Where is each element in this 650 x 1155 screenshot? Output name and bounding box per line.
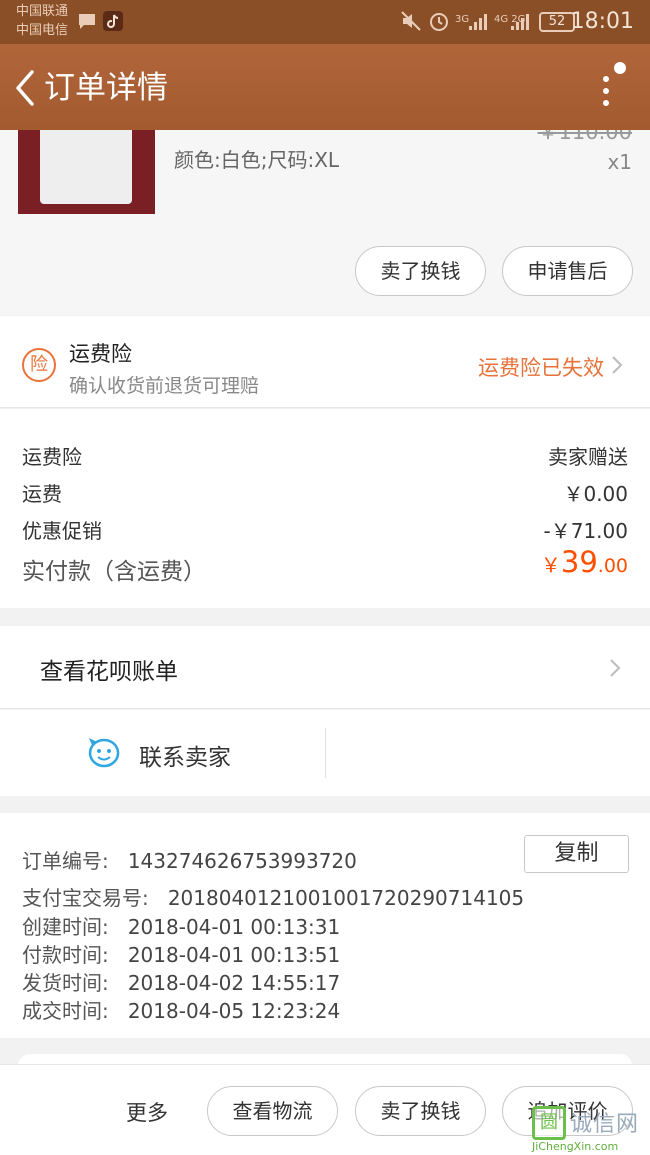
sell-button[interactable]: 卖了换钱 xyxy=(355,246,486,296)
chevron-right-icon xyxy=(610,659,621,677)
currency-symbol: ￥ xyxy=(540,553,561,577)
created-time-row: 创建时间: 2018-04-01 00:13:31 xyxy=(22,911,340,940)
alipay-number-row: 支付宝交易号: 2018040121001001720290714105 xyxy=(22,882,524,911)
chat-bubble-icon[interactable] xyxy=(86,736,122,770)
copy-button[interactable]: 复制 xyxy=(524,835,629,873)
insurance-subtitle: 确认收货前退货可理赔 xyxy=(69,375,260,397)
alipay-number: 2018040121001001720290714105 xyxy=(167,886,525,910)
clock: 18:01 xyxy=(570,9,634,34)
order-number-label: 订单编号: xyxy=(22,849,109,873)
order-number-row: 订单编号: 143274626753993720 xyxy=(22,845,357,874)
closed-time: 2018-04-05 12:23:24 xyxy=(127,999,341,1023)
page-title: 订单详情 xyxy=(44,70,168,106)
paid-time: 2018-04-01 00:13:51 xyxy=(127,943,341,967)
more-menu-button[interactable] xyxy=(594,62,634,112)
paid-decimal: .00 xyxy=(597,555,628,577)
divider xyxy=(325,728,326,778)
view-logistics-button[interactable]: 查看物流 xyxy=(207,1086,338,1136)
alarm-icon xyxy=(430,13,448,31)
carrier-2: 中国电信 xyxy=(16,23,69,38)
cost-label: 优惠促销 xyxy=(22,519,102,543)
product-price: ￥110.00 xyxy=(537,130,632,144)
cost-row-insurance: 运费险 卖家赠送 xyxy=(22,441,628,470)
app-header: 订单详情 xyxy=(0,44,650,130)
cost-label: 运费险 xyxy=(22,445,82,469)
paid-amount: ￥39.00 xyxy=(541,545,628,579)
cost-summary: 运费险 卖家赠送 运费 ￥0.00 优惠促销 -￥71.00 实付款（含运费） … xyxy=(0,409,650,608)
chevron-right-icon xyxy=(612,356,623,374)
mute-icon xyxy=(401,11,421,31)
shipped-label: 发货时间: xyxy=(22,971,109,995)
closed-time-row: 成交时间: 2018-04-05 12:23:24 xyxy=(22,995,340,1024)
cost-value: 卖家赠送 xyxy=(548,445,628,469)
cost-row-shipping: 运费 ￥0.00 xyxy=(22,478,628,507)
product-quantity: x1 xyxy=(607,150,632,174)
more-dot-icon xyxy=(603,88,609,94)
cost-row-discount: 优惠促销 -￥71.00 xyxy=(22,515,628,544)
battery-indicator: 52 xyxy=(539,12,575,32)
created-label: 创建时间: xyxy=(22,915,109,939)
watermark-box: 圆 xyxy=(532,1106,566,1140)
tiktok-icon xyxy=(103,11,123,31)
cost-label: 运费 xyxy=(22,482,62,506)
contact-bar: 联系卖家 xyxy=(0,710,650,796)
signal-icon xyxy=(469,14,487,30)
cost-value: -￥71.00 xyxy=(543,519,628,543)
order-info: 订单编号: 143274626753993720 复制 支付宝交易号: 2018… xyxy=(0,813,650,1038)
product-card: 颜色:白色;尺码:XL ￥110.00 x1 卖了换钱 申请售后 xyxy=(0,130,650,315)
back-icon[interactable] xyxy=(12,68,42,108)
insurance-icon: 险 xyxy=(22,348,56,382)
paid-time-label: 付款时间: xyxy=(22,943,109,967)
insurance-status: 运费险已失效 xyxy=(478,356,604,380)
alipay-label: 支付宝交易号: xyxy=(22,886,149,910)
shipping-insurance-row[interactable]: 险 运费险 确认收货前退货可理赔 运费险已失效 xyxy=(0,316,650,408)
message-icon xyxy=(79,14,95,29)
carrier-1: 中国联通 xyxy=(16,4,69,19)
watermark-text: 诚信网 xyxy=(570,1112,640,1137)
sell-button-bottom[interactable]: 卖了换钱 xyxy=(355,1086,486,1136)
watermark-logo: 圆 诚信网 JiChengXin.com xyxy=(532,1106,648,1153)
paid-label: 实付款（含运费） xyxy=(22,559,206,585)
huabei-label: 查看花呗账单 xyxy=(40,659,178,685)
paid-time-row: 付款时间: 2018-04-01 00:13:51 xyxy=(22,939,340,968)
notification-dot xyxy=(614,62,626,74)
cost-value: ￥0.00 xyxy=(563,482,628,506)
shirt-image xyxy=(40,130,132,204)
status-bar: 中国联通 中国电信 3G 4G 2G 52 18:01 xyxy=(0,0,650,44)
product-image[interactable] xyxy=(18,130,155,214)
more-dot-icon xyxy=(603,76,609,82)
closed-label: 成交时间: xyxy=(22,999,109,1023)
more-dot-icon xyxy=(603,100,609,106)
shipped-time: 2018-04-02 14:55:17 xyxy=(127,971,341,995)
watermark-url: JiChengXin.com xyxy=(532,1140,619,1153)
insurance-title: 运费险 xyxy=(69,342,132,366)
order-number: 143274626753993720 xyxy=(127,849,357,873)
huabei-bill-row[interactable]: 查看花呗账单 xyxy=(0,626,650,709)
paid-integer: 39 xyxy=(560,545,598,579)
created-time: 2018-04-01 00:13:31 xyxy=(127,915,341,939)
after-sale-button[interactable]: 申请售后 xyxy=(502,246,633,296)
signal-icon-2 xyxy=(511,14,529,30)
more-button[interactable]: 更多 xyxy=(126,1097,168,1127)
product-attributes: 颜色:白色;尺码:XL xyxy=(174,148,340,172)
shipped-time-row: 发货时间: 2018-04-02 14:55:17 xyxy=(22,967,340,996)
contact-seller-button[interactable]: 联系卖家 xyxy=(139,738,231,772)
